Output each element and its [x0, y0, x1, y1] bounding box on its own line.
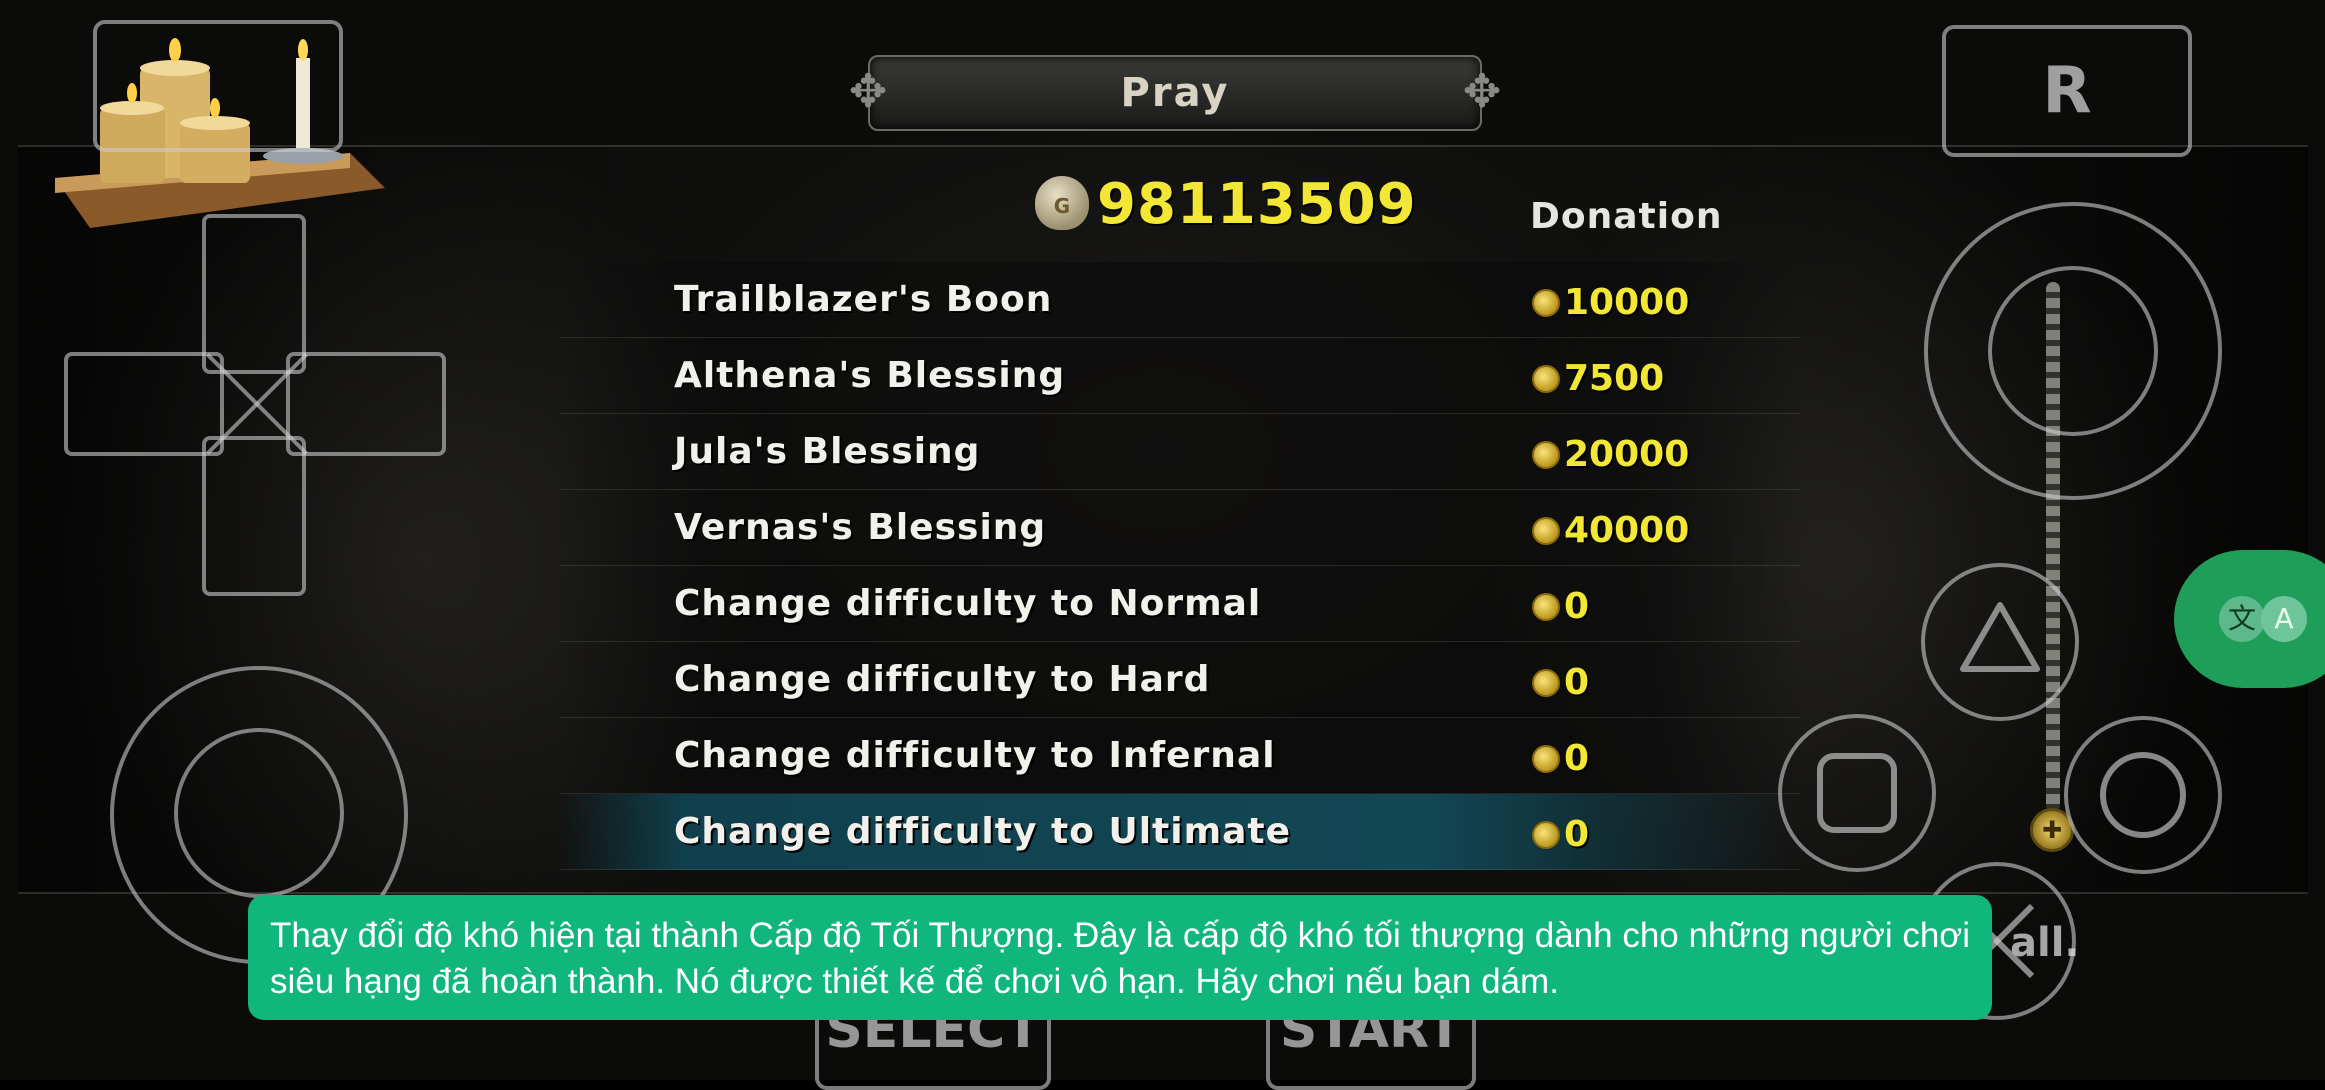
- option-cost-value: 0: [1564, 738, 1590, 779]
- r-shoulder-button[interactable]: R: [1942, 25, 2192, 157]
- pray-option-difficulty-ultimate[interactable]: Change difficulty to Ultimate 0: [560, 794, 1800, 870]
- option-cost-value: 0: [1564, 662, 1590, 703]
- right-analog-knob[interactable]: [1988, 266, 2158, 436]
- option-cost-value: 20000: [1564, 434, 1690, 475]
- option-cost-value: 7500: [1564, 358, 1665, 399]
- coin-icon: [1532, 592, 1560, 621]
- option-cost: 0: [1532, 642, 1589, 717]
- coin-icon: [1532, 516, 1560, 545]
- coin-icon: [1532, 668, 1560, 697]
- option-name: Change difficulty to Ultimate: [674, 811, 1292, 852]
- option-cost: 40000: [1532, 490, 1689, 565]
- translate-bubble-button[interactable]: 文 A: [2174, 550, 2325, 688]
- left-analog-knob[interactable]: [174, 728, 344, 898]
- dpad-left-button[interactable]: [64, 352, 224, 456]
- option-name: Change difficulty to Hard: [674, 659, 1211, 700]
- option-name: Change difficulty to Infernal: [674, 735, 1276, 776]
- pray-option-julas-blessing[interactable]: Jula's Blessing 20000: [560, 414, 1800, 490]
- pray-options-list: Trailblazer's Boon 10000 Althena's Bless…: [560, 262, 1800, 870]
- l-shoulder-button[interactable]: [93, 20, 343, 152]
- dpad[interactable]: [64, 214, 446, 596]
- pray-option-difficulty-hard[interactable]: Change difficulty to Hard 0: [560, 642, 1800, 718]
- dpad-down-button[interactable]: [202, 436, 306, 596]
- square-button[interactable]: [1778, 714, 1936, 872]
- option-cost: 10000: [1532, 262, 1689, 337]
- option-cost-value: 40000: [1564, 510, 1690, 551]
- option-cost: 7500: [1532, 338, 1664, 413]
- ornament-right-icon: ✥: [1462, 64, 1502, 118]
- partial-game-text: all.: [2010, 920, 2080, 966]
- option-cost: 20000: [1532, 414, 1689, 489]
- option-cost-value: 10000: [1564, 282, 1690, 323]
- option-name: Change difficulty to Normal: [674, 583, 1262, 624]
- coin-icon: [1532, 744, 1560, 773]
- translate-source-icon: 文: [2219, 596, 2265, 642]
- option-name: Vernas's Blessing: [674, 507, 1047, 548]
- pray-option-difficulty-normal[interactable]: Change difficulty to Normal 0: [560, 566, 1800, 642]
- coin-icon: [1532, 288, 1560, 317]
- money-bag-icon: G: [1035, 176, 1089, 230]
- menu-title-plate: ✥ Pray ✥: [849, 55, 1501, 131]
- triangle-icon: [1960, 602, 2040, 672]
- donation-column-header: Donation: [1530, 196, 1723, 237]
- option-cost-value: 0: [1564, 814, 1590, 855]
- r-button-label: R: [2042, 54, 2092, 128]
- coin-icon: [1532, 364, 1560, 393]
- option-name: Trailblazer's Boon: [674, 279, 1053, 320]
- option-cost: 0: [1532, 566, 1589, 641]
- translation-subtitle: Thay đổi độ khó hiện tại thành Cấp độ Tố…: [248, 895, 1992, 1020]
- game-screen: ✥ Pray ✥ G 98113509 Donation Trailblazer…: [0, 0, 2325, 1090]
- square-icon: [1817, 753, 1897, 833]
- coin-icon: [1532, 820, 1560, 849]
- option-cost: 0: [1532, 718, 1589, 793]
- triangle-button[interactable]: [1921, 563, 2079, 721]
- pray-option-vernass-blessing[interactable]: Vernas's Blessing 40000: [560, 490, 1800, 566]
- option-name: Althena's Blessing: [674, 355, 1066, 396]
- coin-icon: [1532, 440, 1560, 469]
- option-name: Jula's Blessing: [674, 431, 981, 472]
- option-cost: 0: [1532, 794, 1589, 869]
- menu-title: Pray: [1120, 70, 1230, 116]
- pray-option-trailblazers-boon[interactable]: Trailblazer's Boon 10000: [560, 262, 1800, 338]
- translate-target-icon: A: [2261, 596, 2307, 642]
- circle-button[interactable]: [2064, 716, 2222, 874]
- pray-option-difficulty-infernal[interactable]: Change difficulty to Infernal 0: [560, 718, 1800, 794]
- circle-icon: [2100, 752, 2186, 838]
- dpad-up-button[interactable]: [202, 214, 306, 374]
- gold-amount: 98113509: [1097, 172, 1417, 237]
- dpad-right-button[interactable]: [286, 352, 446, 456]
- option-cost-value: 0: [1564, 586, 1590, 627]
- pray-option-althenas-blessing[interactable]: Althena's Blessing 7500: [560, 338, 1800, 414]
